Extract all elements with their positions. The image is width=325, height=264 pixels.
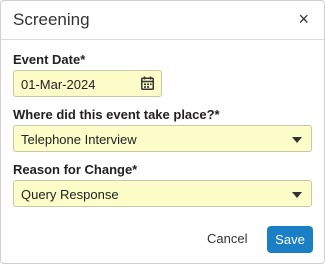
chevron-down-icon [292,192,302,198]
calendar-icon[interactable] [141,76,154,90]
event-location-select[interactable]: Telephone Interview [13,125,312,152]
dialog-header: Screening × [1,1,324,40]
event-location-label: Where did this event take place?* [13,107,220,122]
event-date-label: Event Date* [13,52,86,67]
event-location-value: Telephone Interview [21,132,137,147]
dialog-title: Screening [13,10,90,29]
event-date-field[interactable]: 01-Mar-2024 [13,70,162,97]
close-icon[interactable]: × [298,9,309,29]
reason-select[interactable]: Query Response [13,180,312,207]
chevron-down-icon [292,137,302,143]
cancel-button[interactable]: Cancel [207,231,247,246]
event-date-value: 01-Mar-2024 [21,77,96,92]
screening-dialog: Screening × Event Date* 01-Mar-2024 Wher… [0,0,325,264]
reason-label: Reason for Change* [13,162,138,177]
reason-value: Query Response [21,187,119,202]
save-button[interactable]: Save [267,226,313,253]
